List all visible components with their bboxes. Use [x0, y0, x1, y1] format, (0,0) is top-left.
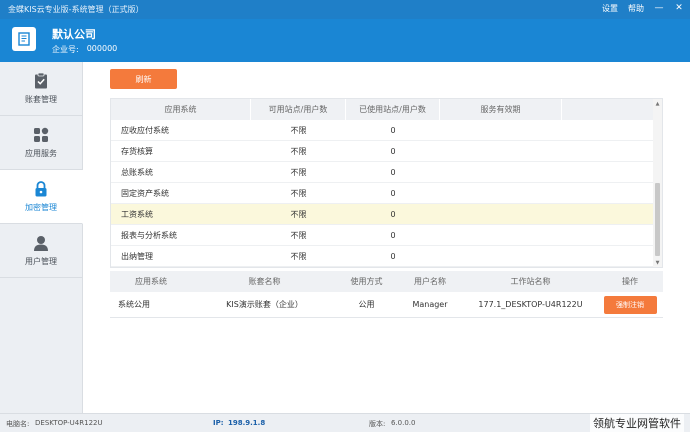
scroll-down-arrow-icon[interactable]: ▼ [653, 258, 662, 267]
column-header: 操作 [622, 277, 638, 286]
computer-name-label: 电脑名: [6, 420, 30, 428]
system-cell: 系统公用 [118, 300, 150, 309]
close-button[interactable]: ✕ [674, 4, 684, 14]
license-table-header: 应用系统 可用站点/用户数 已使用站点/用户数 服务有效期 [111, 99, 662, 120]
minimize-button[interactable]: — [654, 4, 664, 14]
column-header: 服务有效期 [440, 99, 562, 120]
company-no-value: 000000 [86, 44, 118, 53]
window-title: 金蝶KIS云专业版-系统管理（正式版） [8, 5, 144, 14]
system-cell: 出纳管理 [121, 251, 153, 261]
main-content: 刷新 应用系统 可用站点/用户数 已使用站点/用户数 服务有效期 应收应付系统 … [84, 62, 690, 413]
clipboard-icon [35, 72, 47, 89]
available-cell: 不限 [290, 167, 307, 177]
sidebar-item-label: 加密管理 [25, 203, 57, 212]
scroll-up-arrow-icon[interactable]: ▲ [653, 99, 662, 108]
used-cell: 0 [390, 188, 396, 198]
sidebar-item-account-management[interactable]: 账套管理 [0, 62, 82, 116]
apps-grid-icon [34, 127, 49, 142]
system-cell: 应收应付系统 [121, 125, 169, 135]
column-header: 账套名称 [248, 277, 281, 286]
title-bar: 金蝶KIS云专业版-系统管理（正式版） 设置 帮助 — ✕ [0, 0, 690, 19]
company-no-label: 企业号: [52, 45, 79, 54]
version-label: 版本: [369, 420, 386, 428]
force-logout-button[interactable]: 强制注销 [603, 295, 657, 314]
mode-cell: 公用 [358, 300, 375, 309]
title-bar-actions: 设置 帮助 — ✕ [602, 3, 684, 14]
table-row-highlighted[interactable]: 工资系统 不限 0 [111, 204, 662, 225]
system-cell: 工资系统 [121, 209, 153, 219]
help-menu[interactable]: 帮助 [628, 3, 644, 14]
table-row[interactable]: 存货核算 不限 0 [111, 141, 662, 162]
ip-label: IP: [213, 419, 224, 427]
session-table-header: 应用系统 账套名称 使用方式 用户名称 工作站名称 操作 [110, 271, 663, 292]
system-cell: 总账系统 [121, 167, 153, 177]
column-header: 已使用站点/用户数 [346, 99, 440, 120]
available-cell: 不限 [290, 209, 307, 219]
table-row[interactable]: 固定资产系统 不限 0 [111, 183, 662, 204]
account-cell: KIS演示账套（企业） [226, 300, 303, 309]
watermark-text: 领航专业网管软件 [590, 414, 684, 432]
settings-menu[interactable]: 设置 [602, 3, 618, 14]
refresh-button[interactable]: 刷新 [110, 69, 177, 89]
ip-value: 198.9.1.8 [228, 419, 266, 427]
sidebar-item-user-management[interactable]: 用户管理 [0, 224, 82, 278]
computer-name-value: DESKTOP-U4R122U [35, 419, 103, 427]
column-header: 使用方式 [350, 277, 383, 286]
available-cell: 不限 [290, 230, 307, 240]
scrollbar-thumb[interactable] [655, 183, 660, 256]
workstation-cell: 177.1_DESKTOP-U4R122U [478, 300, 583, 309]
system-cell: 固定资产系统 [121, 188, 169, 198]
used-cell: 0 [390, 209, 396, 219]
available-cell: 不限 [290, 125, 307, 135]
user-icon [34, 236, 48, 251]
system-cell: 存货核算 [121, 146, 153, 156]
action-cell: 强制注销 [597, 295, 663, 314]
version-value: 6.0.0.0 [391, 419, 416, 427]
lock-icon [35, 181, 47, 197]
sidebar-item-label: 用户管理 [25, 257, 57, 266]
sidebar-item-label: 账套管理 [25, 95, 57, 104]
column-header: 可用站点/用户数 [251, 99, 346, 120]
table-row[interactable]: 出纳管理 不限 0 [111, 246, 662, 267]
sidebar-item-label: 应用服务 [25, 149, 57, 158]
sidebar: 账套管理 应用服务 加密管理 用户管理 [0, 62, 83, 413]
column-header: 应用系统 [135, 277, 167, 286]
table-row[interactable]: 系统公用 KIS演示账套（企业） 公用 Manager 177.1_DESKTO… [110, 292, 663, 318]
license-table: 应用系统 可用站点/用户数 已使用站点/用户数 服务有效期 应收应付系统 不限 … [110, 98, 663, 268]
column-header: 用户名称 [414, 277, 446, 286]
column-header: 工作站名称 [510, 277, 551, 286]
company-logo-icon [12, 27, 36, 51]
used-cell: 0 [390, 251, 396, 261]
company-name: 默认公司 [52, 28, 96, 41]
sidebar-item-app-services[interactable]: 应用服务 [0, 116, 82, 170]
available-cell: 不限 [290, 251, 307, 261]
column-header: 应用系统 [111, 99, 251, 120]
sidebar-item-encryption-management[interactable]: 加密管理 [0, 170, 83, 224]
user-cell: Manager [412, 300, 448, 309]
table-row[interactable]: 报表与分析系统 不限 0 [111, 225, 662, 246]
table-row[interactable]: 总账系统 不限 0 [111, 162, 662, 183]
table-row[interactable]: 应收应付系统 不限 0 [111, 120, 662, 141]
used-cell: 0 [390, 230, 396, 240]
available-cell: 不限 [290, 188, 307, 198]
status-bar: 电脑名: DESKTOP-U4R122U IP: 198.9.1.8 版本: 6… [0, 413, 690, 432]
company-header: 默认公司 企业号: 000000 [0, 19, 690, 62]
system-cell: 报表与分析系统 [121, 230, 177, 240]
used-cell: 0 [390, 125, 396, 135]
used-cell: 0 [390, 146, 396, 156]
available-cell: 不限 [290, 146, 307, 156]
used-cell: 0 [390, 167, 396, 177]
vertical-scrollbar[interactable]: ▲ ▼ [653, 99, 662, 267]
company-number: 企业号: 000000 [52, 44, 117, 55]
session-table: 应用系统 账套名称 使用方式 用户名称 工作站名称 操作 系统公用 KIS演示账… [110, 271, 663, 318]
